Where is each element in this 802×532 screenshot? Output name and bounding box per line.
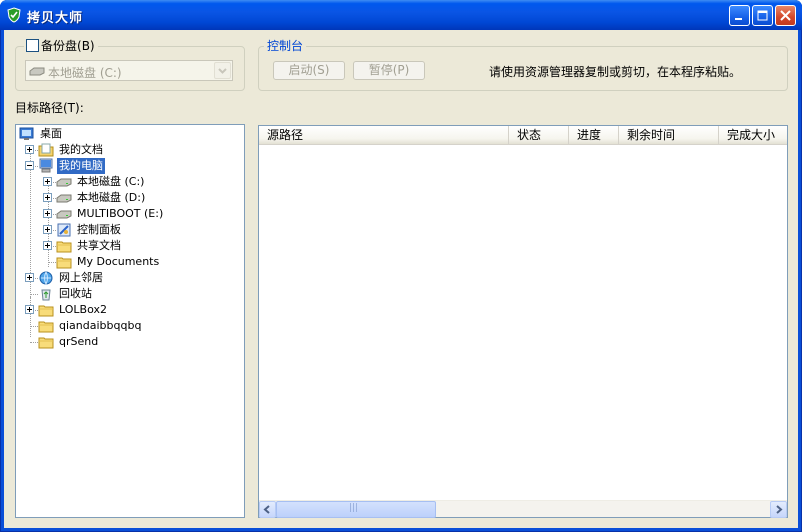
copy-task-list[interactable]: 源路径 状态 进度 剩余时间 完成大小 ||| bbox=[258, 125, 788, 518]
drive-icon bbox=[56, 178, 72, 187]
scroll-grip: ||| bbox=[349, 503, 359, 513]
tree-node[interactable]: 我的电脑 bbox=[16, 158, 242, 174]
minimize-icon bbox=[735, 18, 742, 20]
tree-node[interactable]: MULTIBOOT (E:) bbox=[16, 206, 242, 222]
tree-node-label: 控制面板 bbox=[77, 223, 121, 236]
tree-node[interactable]: qrSend bbox=[16, 334, 242, 350]
control-group-title: 控制台 bbox=[264, 39, 307, 54]
expand-icon[interactable] bbox=[43, 241, 52, 250]
backup-group: 备份盘(B) 本地磁盘 (C:) bbox=[15, 39, 245, 91]
tree-node-label: qiandaibbqqbq bbox=[59, 319, 142, 332]
expand-icon[interactable] bbox=[43, 177, 52, 186]
expand-icon[interactable] bbox=[43, 209, 52, 218]
window-title: 拷贝大师 bbox=[27, 11, 84, 26]
backup-checkbox-label[interactable]: 备份盘 bbox=[41, 39, 77, 53]
folder-icon bbox=[56, 257, 72, 269]
expand-icon[interactable] bbox=[43, 225, 52, 234]
backup-checkbox[interactable] bbox=[26, 39, 39, 52]
horizontal-scrollbar[interactable]: ||| bbox=[259, 500, 787, 518]
tree-node-label: 共享文档 bbox=[77, 239, 121, 252]
backup-drive-select[interactable]: 本地磁盘 (C:) bbox=[25, 60, 233, 81]
desktop-icon bbox=[19, 127, 34, 140]
tree-node[interactable]: 共享文档 bbox=[16, 238, 242, 254]
collapse-icon[interactable] bbox=[25, 161, 34, 170]
tree-connector-line bbox=[30, 342, 38, 343]
expand-icon[interactable] bbox=[43, 193, 52, 202]
tree-node[interactable]: qiandaibbqqbq bbox=[16, 318, 242, 334]
backup-drive-value: 本地磁盘 (C:) bbox=[48, 66, 122, 80]
folder-icon bbox=[38, 305, 54, 317]
column-header-done-size[interactable]: 完成大小 bbox=[719, 126, 787, 145]
folder-icon bbox=[38, 321, 54, 333]
start-button[interactable]: 启动(S) bbox=[273, 61, 345, 80]
network-icon bbox=[39, 271, 53, 286]
tree-node[interactable]: 本地磁盘 (D:) bbox=[16, 190, 242, 206]
tree-connector-line bbox=[30, 326, 38, 327]
column-header-progress[interactable]: 进度 bbox=[569, 126, 619, 145]
tree-node[interactable]: LOLBox2 bbox=[16, 302, 242, 318]
app-window: 拷贝大师 备份盘(B) 本地磁盘 (C:) 控制台 启动(S) 暂停(P) 请使… bbox=[0, 0, 802, 532]
tree-node-label: 回收站 bbox=[59, 287, 92, 300]
tree-node-label: 本地磁盘 (D:) bbox=[77, 191, 146, 204]
expand-icon[interactable] bbox=[25, 273, 34, 282]
expand-icon[interactable] bbox=[25, 305, 34, 314]
tree-node-label: qrSend bbox=[59, 335, 99, 348]
tree-node[interactable]: 本地磁盘 (C:) bbox=[16, 174, 242, 190]
tree-node-label: 我的文档 bbox=[59, 143, 103, 156]
tree-connector-line bbox=[48, 262, 56, 263]
maximize-icon bbox=[757, 10, 768, 21]
tree-node-label: 本地磁盘 (C:) bbox=[77, 175, 145, 188]
tree-node[interactable]: 回收站 bbox=[16, 286, 242, 302]
title-bar[interactable]: 拷贝大师 bbox=[0, 0, 802, 30]
maximize-button[interactable] bbox=[752, 5, 773, 26]
scroll-left-button[interactable] bbox=[259, 501, 276, 518]
column-header-remaining-time[interactable]: 剩余时间 bbox=[619, 126, 719, 145]
client-area: 备份盘(B) 本地磁盘 (C:) 控制台 启动(S) 暂停(P) 请使用资源管理… bbox=[4, 30, 798, 528]
pause-button[interactable]: 暂停(P) bbox=[353, 61, 425, 80]
folder-icon bbox=[56, 241, 72, 253]
drive-icon bbox=[29, 67, 45, 76]
tree-node-label: LOLBox2 bbox=[59, 303, 107, 316]
tree-node[interactable]: 我的文档 bbox=[16, 142, 242, 158]
backup-checkbox-hotkey: (B) bbox=[77, 39, 95, 53]
tree-node-label: MULTIBOOT (E:) bbox=[77, 207, 164, 220]
column-header-status[interactable]: 状态 bbox=[509, 126, 569, 145]
shield-icon bbox=[7, 7, 21, 23]
recycle-bin-icon bbox=[41, 289, 51, 301]
my-computer-icon bbox=[39, 158, 53, 173]
close-button[interactable] bbox=[775, 5, 796, 26]
target-folder-tree[interactable]: 桌面我的文档我的电脑 本地磁盘 (C:) 本地磁盘 (D:) MULTIBOOT (E… bbox=[15, 124, 245, 518]
tree-node[interactable]: 网上邻居 bbox=[16, 270, 242, 286]
list-header: 源路径 状态 进度 剩余时间 完成大小 bbox=[259, 126, 787, 145]
drive-icon bbox=[56, 210, 72, 219]
control-hint-text: 请使用资源管理器复制或剪切，在本程序粘贴。 bbox=[489, 65, 742, 79]
tree-node[interactable]: 桌面 bbox=[16, 126, 242, 142]
scroll-thumb[interactable]: ||| bbox=[276, 501, 436, 518]
chevron-left-icon bbox=[263, 505, 270, 514]
expand-icon[interactable] bbox=[25, 145, 34, 154]
drive-icon bbox=[56, 194, 72, 203]
column-header-source[interactable]: 源路径 bbox=[259, 126, 509, 145]
tree-node[interactable]: 控制面板 bbox=[16, 222, 242, 238]
control-group: 控制台 启动(S) 暂停(P) 请使用资源管理器复制或剪切，在本程序粘贴。 bbox=[258, 39, 788, 91]
backup-group-header: 备份盘(B) bbox=[24, 39, 98, 54]
dropdown-arrow-button[interactable] bbox=[214, 62, 231, 79]
tree-node-label: 桌面 bbox=[40, 127, 62, 140]
tree-connector-line bbox=[30, 294, 38, 295]
chevron-down-icon bbox=[218, 68, 227, 74]
close-icon bbox=[780, 10, 791, 21]
tree-node-label: 网上邻居 bbox=[59, 271, 103, 284]
minimize-button[interactable] bbox=[729, 5, 750, 26]
tree-node-label: My Documents bbox=[77, 255, 160, 268]
chevron-right-icon bbox=[776, 505, 783, 514]
folder-icon bbox=[38, 337, 54, 349]
tree-node-label: 我的电脑 bbox=[57, 158, 105, 174]
scroll-right-button[interactable] bbox=[770, 501, 787, 518]
control-panel-icon bbox=[57, 223, 71, 237]
my-documents-icon bbox=[38, 143, 54, 157]
target-path-label: 目标路径(T): bbox=[15, 101, 84, 115]
tree-node[interactable]: My Documents bbox=[16, 254, 242, 270]
